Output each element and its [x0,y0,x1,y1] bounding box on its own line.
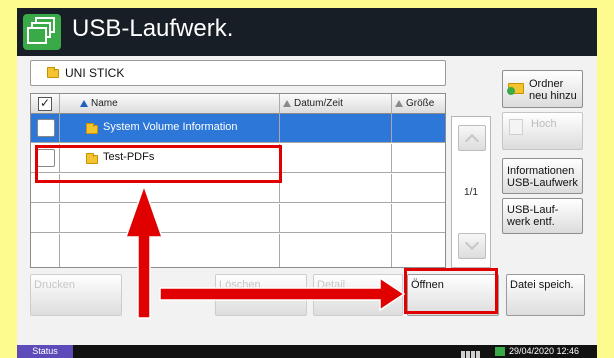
arrow-right-icon [159,276,406,312]
annotation-arrows [124,183,406,319]
arrow-up-icon [124,183,164,319]
